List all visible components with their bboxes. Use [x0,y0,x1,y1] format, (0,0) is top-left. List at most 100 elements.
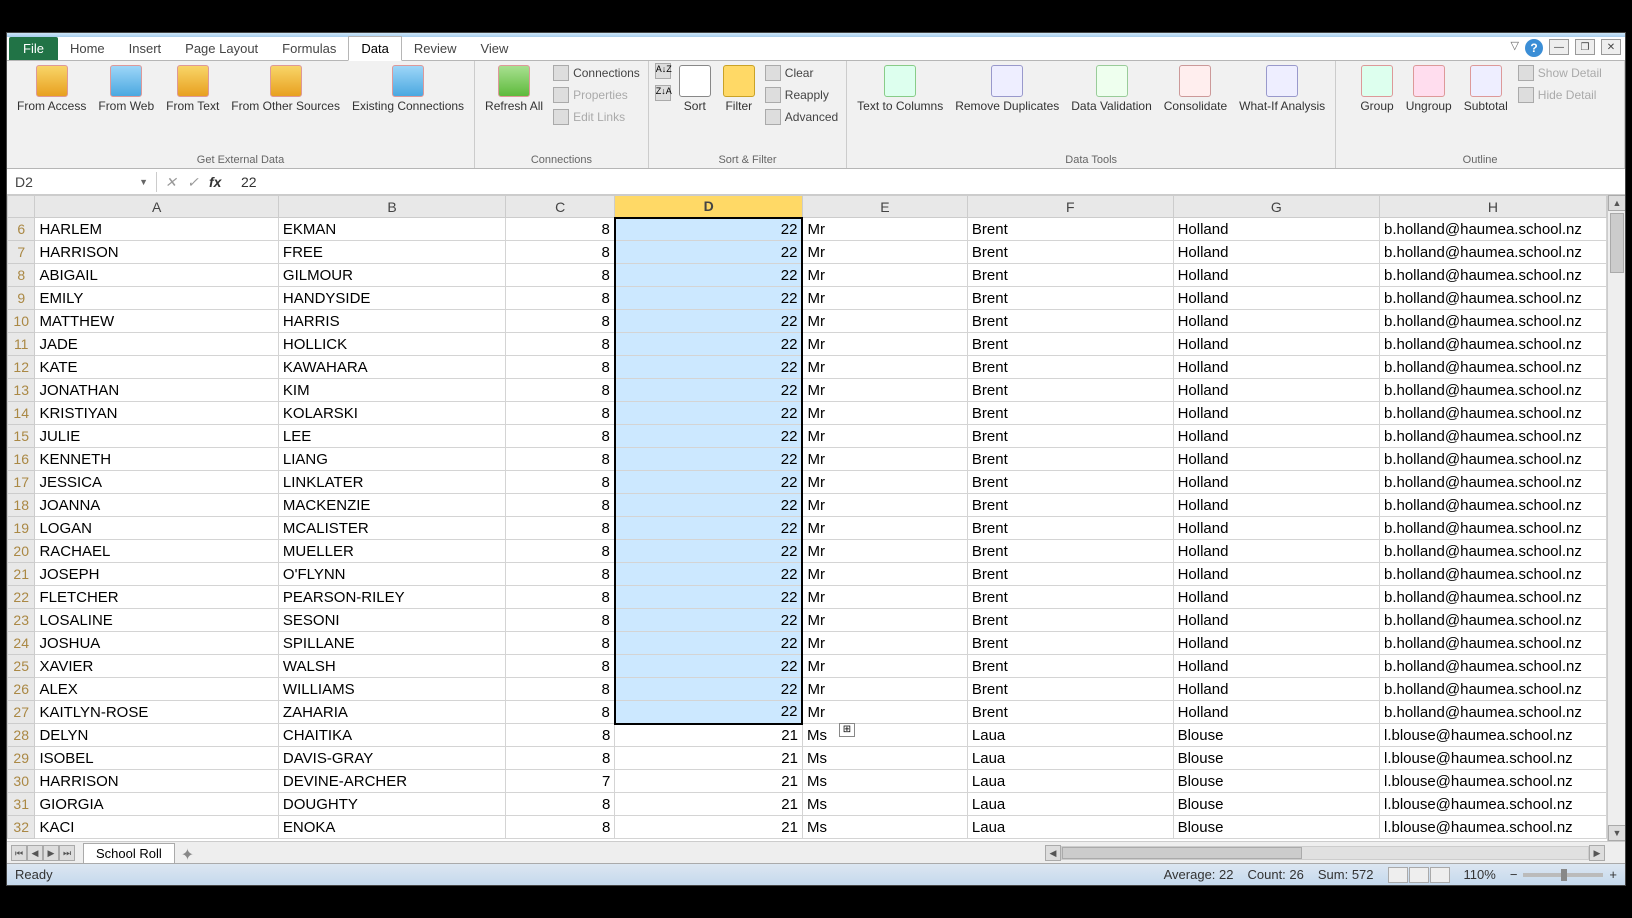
cell[interactable]: Holland [1173,448,1379,471]
cell[interactable]: b.holland@haumea.school.nz [1379,517,1606,540]
cell[interactable]: Holland [1173,540,1379,563]
tab-formulas[interactable]: Formulas [270,37,348,60]
cell[interactable]: 8 [506,218,615,241]
cell[interactable]: Mr [802,218,967,241]
row-header[interactable]: 8 [8,264,35,287]
table-row[interactable]: 16KENNETHLIANG822MrBrentHollandb.holland… [8,448,1607,471]
cell[interactable]: JOSHUA [35,632,278,655]
cell[interactable]: Brent [967,517,1173,540]
cell[interactable]: 8 [506,540,615,563]
cell[interactable]: Blouse [1173,793,1379,816]
cell[interactable]: Holland [1173,287,1379,310]
help-icon[interactable]: ? [1525,39,1543,57]
cell[interactable]: Ms [802,770,967,793]
cell[interactable]: Brent [967,471,1173,494]
cell[interactable]: b.holland@haumea.school.nz [1379,678,1606,701]
cell[interactable]: 22 [615,563,803,586]
cell[interactable]: Mr [802,655,967,678]
row-header[interactable]: 19 [8,517,35,540]
cell[interactable]: b.holland@haumea.school.nz [1379,402,1606,425]
cell[interactable]: b.holland@haumea.school.nz [1379,241,1606,264]
scroll-down-icon[interactable]: ▼ [1608,825,1625,841]
cell[interactable]: Holland [1173,402,1379,425]
cell[interactable]: Mr [802,471,967,494]
cell[interactable]: DELYN [35,724,278,747]
cell[interactable]: 22 [615,310,803,333]
cell[interactable]: Laua [967,816,1173,839]
col-header-b[interactable]: B [278,196,505,218]
table-row[interactable]: 27KAITLYN-ROSEZAHARIA822MrBrentHollandb.… [8,701,1607,724]
cell[interactable]: 8 [506,724,615,747]
row-header[interactable]: 21 [8,563,35,586]
cell[interactable]: SESONI [278,609,505,632]
table-row[interactable]: 18JOANNAMACKENZIE822MrBrentHollandb.holl… [8,494,1607,517]
cell[interactable]: ISOBEL [35,747,278,770]
cell[interactable]: 8 [506,517,615,540]
cell[interactable]: Brent [967,632,1173,655]
cell[interactable]: Mr [802,448,967,471]
cell[interactable]: 21 [615,793,803,816]
cell[interactable]: Brent [967,379,1173,402]
cell[interactable]: Blouse [1173,770,1379,793]
cell[interactable]: Mr [802,494,967,517]
close-button[interactable]: ✕ [1601,39,1621,55]
row-header[interactable]: 20 [8,540,35,563]
cell[interactable]: Mr [802,609,967,632]
file-tab[interactable]: File [9,37,58,60]
normal-view-icon[interactable] [1388,867,1408,883]
cell[interactable]: KAWAHARA [278,356,505,379]
cell[interactable]: KACI [35,816,278,839]
cell[interactable]: 22 [615,494,803,517]
cell[interactable]: Brent [967,563,1173,586]
cell[interactable]: 21 [615,816,803,839]
ribbon-minimize-icon[interactable]: ▽ [1511,39,1519,57]
table-row[interactable]: 10MATTHEWHARRIS822MrBrentHollandb.hollan… [8,310,1607,333]
cell[interactable]: Blouse [1173,816,1379,839]
cell[interactable]: 8 [506,402,615,425]
sort-desc-icon[interactable]: Z↓A [655,85,671,101]
cell[interactable]: Brent [967,425,1173,448]
cell[interactable]: Holland [1173,471,1379,494]
row-header[interactable]: 29 [8,747,35,770]
cell[interactable]: ABIGAIL [35,264,278,287]
table-row[interactable]: 31GIORGIADOUGHTY821MsLauaBlousel.blouse@… [8,793,1607,816]
sort-button[interactable]: Sort [675,63,715,115]
cell[interactable]: Brent [967,310,1173,333]
subtotal-button[interactable]: Subtotal [1460,63,1512,115]
group-button[interactable]: Group [1356,63,1397,115]
cell[interactable]: LOGAN [35,517,278,540]
cell[interactable]: 8 [506,678,615,701]
cell[interactable]: b.holland@haumea.school.nz [1379,632,1606,655]
cell[interactable]: EMILY [35,287,278,310]
page-layout-view-icon[interactable] [1409,867,1429,883]
spreadsheet[interactable]: ABCDEFGH 6HARLEMEKMAN822MrBrentHollandb.… [7,195,1607,839]
cell[interactable]: Blouse [1173,724,1379,747]
cell[interactable]: Mr [802,563,967,586]
cell[interactable]: Laua [967,793,1173,816]
row-header[interactable]: 22 [8,586,35,609]
table-row[interactable]: 26ALEXWILLIAMS822MrBrentHollandb.holland… [8,678,1607,701]
cell[interactable]: b.holland@haumea.school.nz [1379,287,1606,310]
cell[interactable]: Holland [1173,563,1379,586]
cell[interactable]: 22 [615,333,803,356]
cell[interactable]: 22 [615,241,803,264]
cell[interactable]: 22 [615,356,803,379]
hscroll-track[interactable] [1061,846,1589,860]
zoom-out-icon[interactable]: − [1510,867,1518,882]
col-header-c[interactable]: C [506,196,615,218]
cell[interactable]: Mr [802,333,967,356]
cell[interactable]: CHAITIKA [278,724,505,747]
col-header-f[interactable]: F [967,196,1173,218]
cell[interactable]: Brent [967,448,1173,471]
cell[interactable]: 22 [615,517,803,540]
row-header[interactable]: 17 [8,471,35,494]
cell[interactable]: Brent [967,333,1173,356]
cell[interactable]: b.holland@haumea.school.nz [1379,333,1606,356]
cell[interactable]: 22 [615,655,803,678]
table-row[interactable]: 6HARLEMEKMAN822MrBrentHollandb.holland@h… [8,218,1607,241]
cell[interactable]: Mr [802,356,967,379]
cell[interactable]: l.blouse@haumea.school.nz [1379,770,1606,793]
cell[interactable]: 22 [615,701,803,724]
cell[interactable]: Mr [802,632,967,655]
cell[interactable]: Blouse [1173,747,1379,770]
